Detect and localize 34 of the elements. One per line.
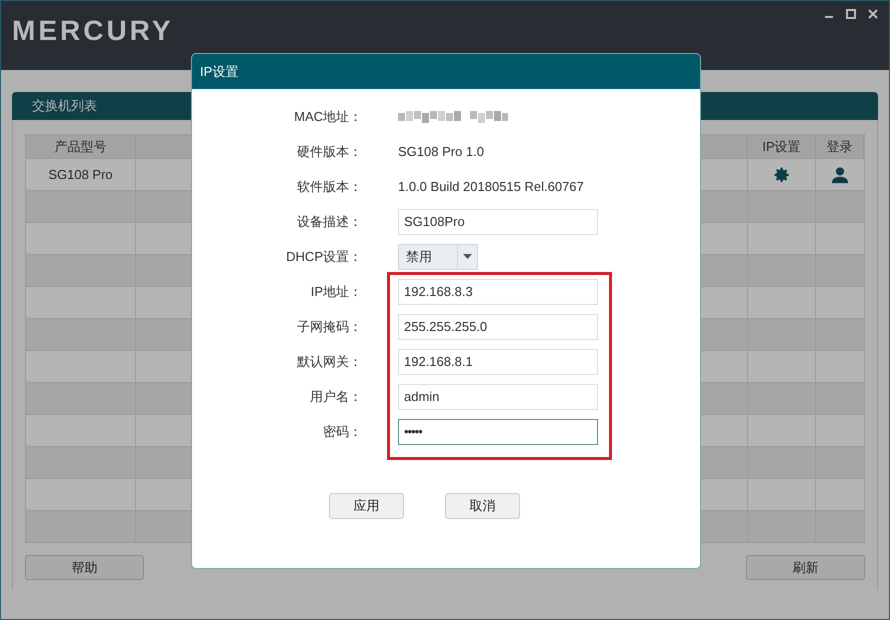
field-label: 软件版本：: [296, 178, 363, 196]
dialog-button[interactable]: 取消: [445, 493, 520, 519]
input-field[interactable]: 192.168.8.3: [398, 278, 598, 304]
field-label: MAC地址：: [293, 108, 363, 126]
field-label: 用户名：: [309, 388, 363, 406]
field-value: SG108 Pro 1.0: [398, 142, 484, 161]
column-header: 登录: [826, 138, 852, 156]
input-field[interactable]: SG108Pro: [398, 208, 598, 234]
table-cell-text: SG108 Pro: [48, 166, 113, 184]
close-icon[interactable]: [867, 8, 879, 20]
input-field[interactable]: 192.168.8.1: [398, 348, 598, 374]
input-field[interactable]: 255.255.255.0: [398, 314, 598, 340]
field-label: 子网掩码：: [296, 318, 363, 336]
dialog-button[interactable]: 应用: [329, 493, 404, 519]
dialog-title: IP设置: [200, 62, 238, 81]
field-label: IP地址：: [310, 282, 363, 301]
dropdown[interactable]: 禁用: [398, 244, 478, 270]
footer-button[interactable]: 帮助: [25, 555, 144, 580]
field-label: 默认网关：: [296, 352, 363, 371]
gear-icon[interactable]: [772, 166, 790, 184]
user-icon[interactable]: [831, 166, 849, 184]
input-field[interactable]: admin: [398, 384, 598, 410]
logo: MERCURY: [12, 17, 174, 45]
field-label: DHCP设置：: [285, 248, 363, 266]
column-header: 产品型号: [54, 138, 106, 156]
panel-title: 交换机列表: [32, 97, 97, 116]
field-label: 密码：: [322, 422, 363, 441]
field-label: 设备描述：: [296, 212, 363, 231]
password-field[interactable]: •••••: [398, 418, 598, 444]
maximize-icon[interactable]: [845, 8, 857, 20]
footer-button[interactable]: 刷新: [746, 555, 865, 580]
field-value: 1.0.0 Build 20180515 Rel.60767: [398, 178, 584, 196]
field-label: 硬件版本：: [296, 142, 363, 161]
column-header: IP设置: [762, 138, 801, 156]
